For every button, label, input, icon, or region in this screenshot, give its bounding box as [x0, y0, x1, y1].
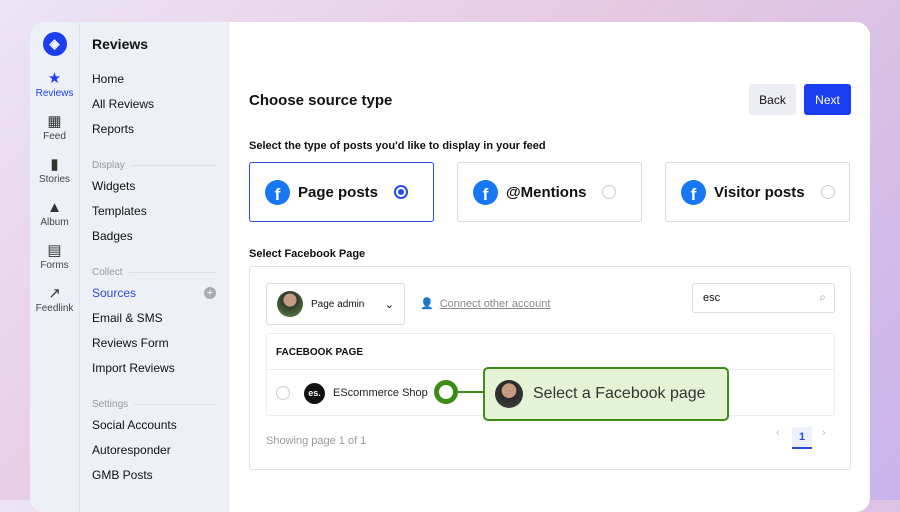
search-input[interactable]: esc ⌕ [692, 283, 835, 313]
connect-label: Connect other account [439, 298, 551, 310]
pagination-status: Showing page 1 of 1 [266, 435, 367, 447]
icon-rail: ◈ ★ Reviews ▦ Feed ▮ Stories ▲ Album ▤ Forms ↗ Feed… [30, 22, 80, 512]
tooltip-avatar [495, 380, 523, 408]
post-type-card[interactable]: f @Mentions [457, 162, 642, 222]
chevron-down-icon: ⌄ [384, 298, 394, 311]
star-icon: ★ [47, 70, 62, 87]
sidebar-item-label: Reviews Form [92, 335, 169, 350]
search-icon: ⌕ [819, 290, 826, 304]
sidebar-item-widgets[interactable]: Widgets [92, 173, 216, 198]
row-radio[interactable] [276, 386, 290, 400]
rail-item-stories[interactable]: ▮ Stories [36, 156, 74, 185]
sidebar-item-label: Widgets [92, 178, 136, 193]
rail-label: Stories [38, 174, 71, 185]
post-type-radio[interactable] [602, 185, 617, 199]
rail-item-album[interactable]: ▲ Album [36, 199, 74, 228]
tooltip-text: Select a Facebook page [533, 385, 706, 402]
next-page-button[interactable]: › [822, 427, 826, 439]
app-window: ◈ ★ Reviews ▦ Feed ▮ Stories ▲ Album ▤ Forms ↗ Feed… [30, 22, 870, 512]
sidebar-item-home[interactable]: Home [92, 66, 216, 91]
tooltip-connector [458, 391, 483, 393]
sidebar-title: Reviews [92, 36, 149, 52]
main-content: Choose source type Back Next Select the … [229, 22, 870, 512]
rail-label: Album [40, 217, 69, 228]
sidebar-item-label: Home [92, 71, 125, 86]
sidebar-item-social-accounts[interactable]: Social Accounts [92, 412, 216, 437]
sidebar-item-label: Sources [92, 285, 137, 300]
post-type-label: Visitor posts [714, 183, 805, 201]
sidebar-item-reviews-form[interactable]: Reviews Form [92, 330, 216, 355]
sidebar-item-gmb-posts[interactable]: GMB Posts [92, 462, 216, 487]
tooltip: Select a Facebook page [483, 367, 729, 421]
tooltip-marker [434, 380, 458, 404]
sidebar: Reviews Home All Reviews Reports Display W… [80, 22, 229, 512]
add-source-icon[interactable]: + [204, 286, 216, 299]
sidebar-item-label: Social Accounts [92, 417, 177, 432]
rail-item-feed[interactable]: ▦ Feed [36, 113, 74, 142]
sidebar-item-sources[interactable]: Sources + [92, 280, 216, 305]
table-header: FACEBOOK PAGE [267, 334, 834, 370]
sidebar-item-label: Import Reviews [92, 360, 175, 375]
page-name: EScommerce Shop [333, 387, 428, 399]
post-type-label: @Mentions [506, 183, 587, 201]
back-button[interactable]: Back [749, 84, 796, 115]
sidebar-item-label: Reports [92, 121, 135, 136]
page-select-label: Select Facebook Page [249, 248, 366, 260]
facebook-icon: f [473, 179, 498, 205]
rail-label: Feed [43, 131, 66, 142]
sidebar-item-label: GMB Posts [92, 467, 153, 482]
posts-type-label: Select the type of posts you'd like to d… [249, 140, 546, 152]
sidebar-item-label: Autoresponder [92, 442, 171, 457]
page-title: Choose source type [249, 92, 393, 109]
sidebar-item-all-reviews[interactable]: All Reviews [92, 91, 216, 116]
account-name: Page admin [311, 298, 365, 310]
sidebar-item-badges[interactable]: Badges [92, 223, 216, 248]
rail-label: Feedlink [35, 303, 74, 314]
sidebar-item-email-sms[interactable]: Email & SMS [92, 305, 216, 330]
post-type-radio[interactable] [394, 185, 409, 199]
sidebar-item-label: All Reviews [92, 96, 155, 111]
sidebar-item-label: Badges [92, 228, 133, 243]
sidebar-item-reports[interactable]: Reports [92, 116, 216, 141]
rail-item-feedlink[interactable]: ↗ Feedlink [36, 285, 74, 314]
section-collect: Collect [92, 264, 216, 280]
page-1-button[interactable]: 1 [792, 427, 812, 449]
stories-icon: ▮ [50, 156, 59, 173]
rail-item-forms[interactable]: ▤ Forms [36, 242, 74, 271]
add-user-icon: 👤 [420, 298, 434, 310]
image-icon: ▲ [47, 199, 62, 216]
section-settings: Settings [92, 396, 216, 412]
connect-account-link[interactable]: 👤 Connect other account [420, 297, 550, 310]
facebook-icon: f [265, 179, 290, 205]
search-value: esc [703, 292, 721, 304]
post-type-card[interactable]: f Visitor posts [665, 162, 850, 222]
page-logo: es. [304, 382, 325, 404]
post-type-label: Page posts [298, 183, 379, 201]
post-type-radio[interactable] [820, 185, 835, 199]
sidebar-item-autoresponder[interactable]: Autoresponder [92, 437, 216, 462]
sidebar-item-import-reviews[interactable]: Import Reviews [92, 355, 216, 380]
next-button[interactable]: Next [804, 84, 851, 115]
sidebar-item-templates[interactable]: Templates [92, 198, 216, 223]
sidebar-item-label: Email & SMS [92, 310, 163, 325]
app-logo-icon[interactable]: ◈ [42, 32, 67, 56]
rail-label: Forms [40, 260, 69, 271]
facebook-icon: f [681, 179, 706, 205]
clipboard-icon: ▤ [47, 242, 62, 259]
post-type-card[interactable]: f Page posts [249, 162, 434, 222]
arrow-up-right-icon: ↗ [48, 285, 61, 302]
grid-icon: ▦ [47, 113, 62, 130]
rail-item-reviews[interactable]: ★ Reviews [36, 70, 74, 99]
prev-page-button[interactable]: ‹ [776, 427, 780, 439]
account-dropdown[interactable]: Page admin ⌄ [266, 283, 405, 325]
rail-label: Reviews [35, 88, 74, 99]
avatar [277, 291, 303, 317]
section-display: Display [92, 157, 216, 173]
sidebar-item-label: Templates [92, 203, 147, 218]
